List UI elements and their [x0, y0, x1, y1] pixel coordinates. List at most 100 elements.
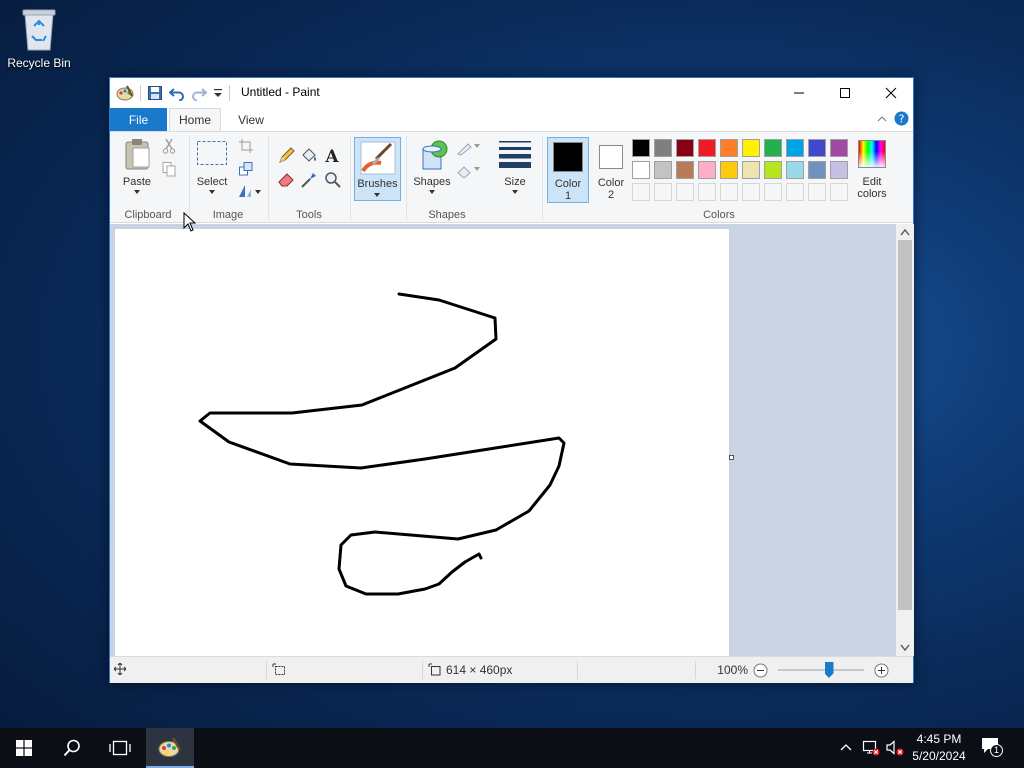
- zoom-out-icon[interactable]: [753, 663, 768, 678]
- palette-swatch[interactable]: [654, 161, 672, 179]
- magnifier-icon[interactable]: [324, 171, 342, 189]
- color1-button[interactable]: Color 1: [547, 137, 589, 203]
- rotate-icon[interactable]: [237, 183, 261, 199]
- crop-icon[interactable]: [238, 138, 254, 154]
- custom-color-swatch[interactable]: [676, 183, 694, 201]
- task-view-button[interactable]: [96, 728, 144, 768]
- outline-icon[interactable]: [456, 140, 480, 156]
- pencil-icon[interactable]: [277, 147, 295, 165]
- collapse-ribbon-chevron-icon[interactable]: [876, 113, 888, 125]
- help-icon[interactable]: ?: [894, 111, 909, 126]
- custom-color-swatch[interactable]: [632, 183, 650, 201]
- brushes-button[interactable]: Brushes: [354, 137, 401, 201]
- drawing-canvas[interactable]: [115, 229, 729, 656]
- scroll-up-chevron-icon[interactable]: [900, 228, 910, 236]
- search-button[interactable]: [48, 728, 96, 768]
- quick-access-toolbar: [116, 84, 230, 102]
- group-separator: [406, 136, 407, 220]
- palette-swatch[interactable]: [808, 161, 826, 179]
- network-disconnected-icon[interactable]: [862, 740, 880, 756]
- custom-color-swatch[interactable]: [720, 183, 738, 201]
- palette-swatch[interactable]: [632, 139, 650, 157]
- show-hidden-icons-chevron-icon[interactable]: [840, 742, 852, 752]
- palette-swatch[interactable]: [654, 139, 672, 157]
- paint-app-icon: [158, 737, 182, 757]
- qa-separator: [140, 85, 141, 101]
- custom-color-swatch[interactable]: [654, 183, 672, 201]
- vertical-scrollbar-thumb[interactable]: [898, 240, 912, 610]
- zoom-in-icon[interactable]: [874, 663, 889, 678]
- fill-bucket-icon[interactable]: [300, 147, 318, 165]
- system-clock[interactable]: 4:45 PM 5/20/2024: [904, 731, 974, 765]
- palette-swatch[interactable]: [720, 139, 738, 157]
- palette-swatch[interactable]: [764, 139, 782, 157]
- qa-separator: [229, 85, 230, 101]
- customize-qa-chevron-icon[interactable]: [213, 87, 223, 99]
- svg-text:A: A: [324, 147, 339, 165]
- palette-swatch[interactable]: [830, 161, 848, 179]
- custom-color-swatch[interactable]: [764, 183, 782, 201]
- close-button[interactable]: [868, 78, 914, 107]
- color2-label-line2: 2: [607, 189, 615, 201]
- palette-swatch[interactable]: [830, 139, 848, 157]
- palette-swatch[interactable]: [720, 161, 738, 179]
- zoom-slider-thumb[interactable]: [824, 662, 834, 678]
- palette-swatch[interactable]: [764, 161, 782, 179]
- palette-swatch[interactable]: [742, 161, 760, 179]
- custom-color-swatch[interactable]: [698, 183, 716, 201]
- canvas-resize-handle[interactable]: [729, 455, 734, 460]
- custom-color-swatch[interactable]: [742, 183, 760, 201]
- custom-color-swatch[interactable]: [830, 183, 848, 201]
- palette-swatch[interactable]: [676, 139, 694, 157]
- clipboard-group-label: Clipboard: [124, 209, 172, 221]
- custom-color-swatch[interactable]: [786, 183, 804, 201]
- palette-swatch[interactable]: [808, 139, 826, 157]
- palette-swatch[interactable]: [742, 139, 760, 157]
- zoom-slider-track[interactable]: [778, 669, 864, 671]
- redo-icon[interactable]: [191, 85, 207, 101]
- paint-app-icon[interactable]: [116, 84, 134, 102]
- edit-colors-label: Edit colors: [852, 176, 892, 200]
- windows-logo-icon: [16, 740, 32, 756]
- action-center-button[interactable]: 1: [980, 736, 1006, 760]
- size-button[interactable]: Size: [494, 136, 536, 198]
- vertical-scrollbar[interactable]: [896, 224, 914, 656]
- maximize-button[interactable]: [822, 78, 868, 107]
- undo-icon[interactable]: [169, 85, 185, 101]
- palette-swatch[interactable]: [676, 161, 694, 179]
- volume-muted-icon[interactable]: [886, 740, 904, 756]
- recycle-bin-desktop-icon[interactable]: Recycle Bin: [6, 6, 72, 70]
- size-icon: [499, 141, 531, 168]
- palette-swatch[interactable]: [786, 161, 804, 179]
- title-bar[interactable]: Untitled - Paint: [110, 78, 913, 107]
- shapes-button[interactable]: Shapes: [410, 136, 454, 198]
- color2-label: Color 2: [590, 177, 632, 201]
- paste-button[interactable]: Paste: [117, 136, 157, 198]
- tab-view[interactable]: View: [228, 108, 274, 131]
- edit-colors-button[interactable]: Edit colors: [854, 136, 890, 202]
- palette-swatch[interactable]: [698, 139, 716, 157]
- text-tool-icon[interactable]: A: [324, 147, 340, 165]
- resize-icon[interactable]: [238, 161, 254, 177]
- save-icon[interactable]: [147, 85, 163, 101]
- cut-icon[interactable]: [161, 138, 177, 154]
- custom-color-swatch[interactable]: [808, 183, 826, 201]
- palette-swatch[interactable]: [786, 139, 804, 157]
- color-picker-icon[interactable]: [300, 171, 318, 189]
- tab-file[interactable]: File: [110, 108, 167, 131]
- copy-icon[interactable]: [161, 161, 177, 177]
- minimize-button[interactable]: [776, 78, 822, 107]
- palette-swatch[interactable]: [698, 161, 716, 179]
- edit-colors-icon: [858, 140, 886, 168]
- taskbar-paint-button[interactable]: [146, 728, 194, 768]
- palette-swatch[interactable]: [632, 161, 650, 179]
- eraser-icon[interactable]: [277, 171, 295, 187]
- select-button[interactable]: Select: [192, 136, 232, 198]
- scroll-down-chevron-icon[interactable]: [900, 644, 910, 652]
- minimize-icon: [794, 92, 804, 93]
- start-button[interactable]: [0, 728, 48, 768]
- color2-button[interactable]: Color 2: [590, 137, 632, 203]
- color1-label-line2: 1: [564, 190, 572, 202]
- tab-home[interactable]: Home: [169, 108, 221, 131]
- fill-icon[interactable]: [456, 163, 480, 179]
